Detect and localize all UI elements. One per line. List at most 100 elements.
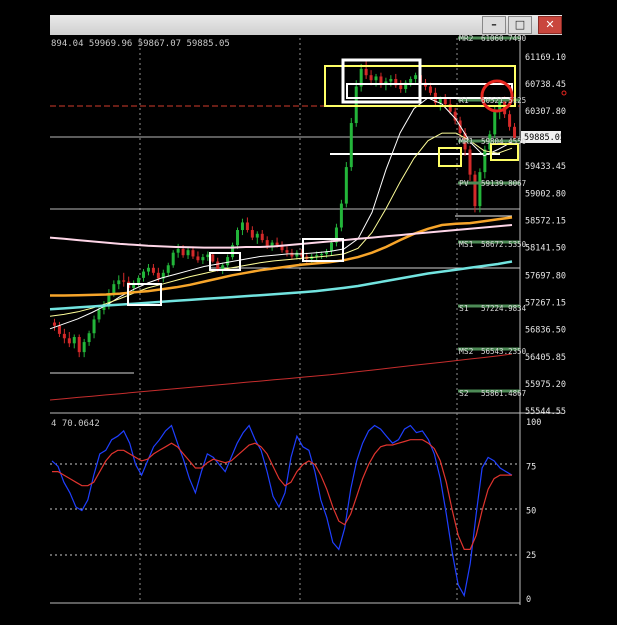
candle-body (77, 337, 81, 353)
candle-body (290, 252, 294, 257)
candle-body (478, 172, 482, 207)
pivot-value: 58672.5350 (481, 240, 527, 249)
candle-body (146, 267, 150, 272)
candle-body (166, 265, 170, 273)
candle-body (493, 110, 497, 135)
ohlc-readout: 894.04 59969.96 59867.07 59885.05 (51, 39, 230, 49)
vertical-grid (139, 38, 458, 603)
price-tick: 59433.45 (525, 162, 566, 172)
candle-body (320, 253, 324, 256)
candle-body (72, 337, 76, 344)
pivot-name: MS2 (459, 347, 474, 356)
candle-body (399, 85, 403, 90)
pivot-value: 59139.8067 (481, 179, 526, 188)
price-chart[interactable]: 61169.10 60738.45 60307.80 59433.45 59002.80… (0, 0, 617, 625)
pivot-value: 59804.4550 (481, 137, 527, 146)
price-tick: 58141.50 (525, 244, 566, 254)
candle-body (374, 76, 378, 81)
price-tick: 61169.10 (525, 53, 566, 63)
candle-body (508, 114, 512, 127)
candle-body (255, 233, 259, 238)
price-tick: 56405.85 (525, 353, 566, 363)
candle-body (226, 257, 230, 266)
oscillator-axis: 100 75 50 25 0 (526, 418, 541, 605)
red-ma-line (49, 353, 513, 401)
candle-body (250, 230, 254, 238)
candle-body (364, 68, 368, 76)
pivot-name: MS1 (459, 240, 474, 249)
candle-body (240, 222, 244, 231)
candle-body (62, 333, 66, 339)
candle-body (265, 240, 269, 246)
candle-body (87, 333, 91, 343)
candle-body (409, 78, 413, 83)
candle-body (369, 75, 373, 81)
pivot-value: 60521.5125 (481, 96, 526, 105)
candle-body (428, 86, 432, 93)
pivot-name: MR1 (459, 137, 474, 146)
candle-body (142, 271, 146, 278)
pivot-value: 57224.9834 (481, 304, 527, 313)
oscillator-tick: 75 (526, 462, 536, 472)
candle-body (483, 149, 487, 173)
candle-body (206, 254, 210, 258)
pivot-value: 61060.7490 (481, 34, 527, 43)
price-tick: 60738.45 (525, 80, 566, 90)
candle-body (57, 325, 61, 334)
pivot-name: S2 (459, 389, 469, 398)
candle-body (176, 248, 180, 253)
candle-body (196, 256, 200, 261)
candle-body (315, 255, 319, 257)
candle-body (211, 254, 215, 262)
candle-body (275, 242, 279, 246)
candle-body (260, 233, 264, 241)
pivot-name: R1 (459, 96, 469, 105)
candle-body (473, 174, 477, 207)
candle-body (354, 86, 358, 124)
candle-body (216, 261, 220, 270)
candle-body (117, 280, 121, 285)
price-axis: 61169.10 60738.45 60307.80 59433.45 59002.80… (525, 53, 566, 417)
candle-body (156, 272, 160, 279)
candle-body (82, 342, 86, 353)
candle-body (344, 167, 348, 204)
pivot-value: 55861.4867 (481, 389, 526, 398)
oscillator-lines (51, 424, 513, 598)
candle-body (92, 319, 96, 334)
candle-body (67, 338, 71, 344)
oscillator-readout: 4 70.0642 (51, 419, 100, 429)
candle-body (122, 280, 126, 282)
price-tick: 57697.80 (525, 271, 566, 281)
candle-body (236, 230, 240, 246)
candle-body (379, 76, 383, 85)
pivot-name: MR2 (459, 34, 474, 43)
candle-body (186, 250, 190, 256)
candle-body (201, 257, 205, 261)
pivot-name: PV (459, 179, 469, 188)
candle-body (414, 75, 418, 79)
candle-body (151, 267, 155, 273)
oscillator-tick: 0 (526, 595, 531, 605)
current-price-tag: 59885.05 (524, 133, 565, 143)
candle-body (97, 309, 101, 320)
candle-body (171, 252, 175, 266)
candle-body (389, 78, 393, 82)
price-tick: 57267.15 (525, 299, 566, 309)
candle-body (52, 322, 56, 326)
candle-body (468, 149, 472, 175)
candle-body (270, 242, 274, 246)
oscillator-tick: 50 (526, 507, 536, 517)
candle-body (137, 277, 141, 283)
oscillator-tick: 25 (526, 551, 536, 561)
price-tick: 55975.20 (525, 380, 566, 390)
candle-body (295, 252, 299, 257)
candle-body (443, 99, 447, 105)
candle-body (339, 203, 343, 228)
pivot-name: S1 (459, 304, 469, 313)
candle-body (245, 222, 249, 231)
candle-body (191, 250, 195, 257)
price-tick: 56836.50 (525, 326, 566, 336)
oscillator-tick: 100 (526, 418, 541, 428)
oscillator-blue-line (51, 424, 513, 598)
pink-ma-line (49, 224, 513, 249)
